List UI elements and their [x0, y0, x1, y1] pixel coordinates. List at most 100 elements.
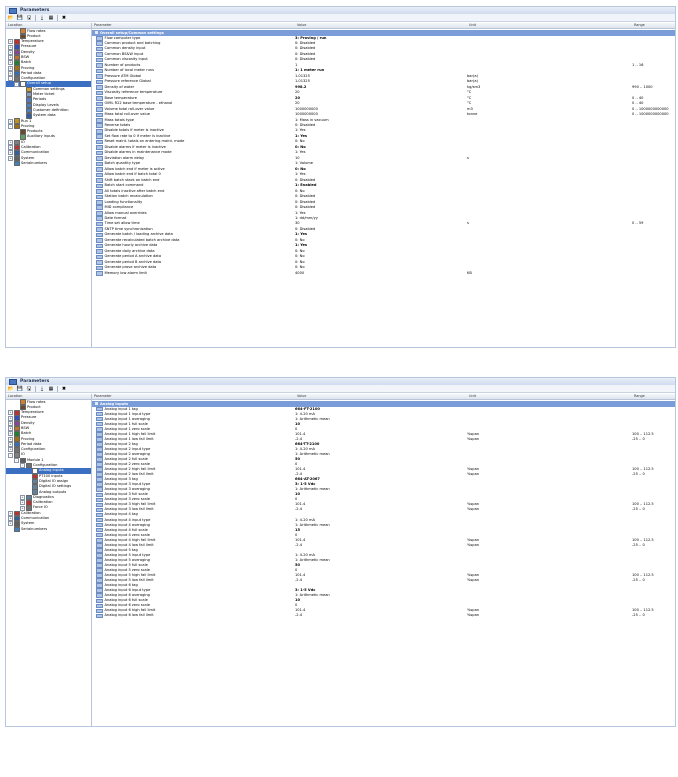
open-icon[interactable]: 📂: [8, 386, 14, 392]
tree-node-label: System data: [33, 113, 56, 118]
parameter-icon: [96, 74, 103, 79]
expander-icon[interactable]: +: [8, 71, 13, 77]
column-header-value[interactable]: Value: [297, 23, 469, 28]
parameter-row[interactable]: Analog input 6 low fail limit -2.4 %span -2…: [92, 613, 675, 619]
expander-icon[interactable]: -: [20, 463, 25, 469]
expander-icon[interactable]: +: [20, 500, 25, 506]
expander-icon[interactable]: +: [8, 510, 13, 516]
expander-icon[interactable]: +: [8, 447, 13, 453]
expander-icon[interactable]: -: [8, 452, 13, 458]
window-body: Location Flow rates Product + Temperature + Pr…: [6, 394, 675, 726]
parameter-value[interactable]: 4000: [295, 271, 467, 276]
expander-icon[interactable]: +: [20, 494, 25, 500]
parameter-icon: [96, 117, 103, 123]
tree-node-label: IO: [21, 452, 25, 457]
parameter-icon: [96, 79, 103, 85]
download-icon[interactable]: ⤓: [39, 386, 45, 392]
parameter-icon: [96, 243, 103, 249]
expander-icon[interactable]: +: [8, 155, 13, 161]
parameter-cell: Memory low alarm limit: [92, 271, 295, 276]
expander-icon[interactable]: +: [8, 49, 13, 55]
expander-icon[interactable]: -: [8, 123, 13, 129]
node-icon: [14, 150, 20, 156]
expander-icon[interactable]: +: [8, 65, 13, 71]
column-header-value[interactable]: Value: [297, 394, 469, 399]
expander-icon[interactable]: +: [8, 436, 13, 442]
expander-icon[interactable]: +: [8, 55, 13, 61]
expander-icon[interactable]: +: [8, 60, 13, 66]
expander-icon[interactable]: -: [14, 457, 19, 463]
toolbar-separator: [35, 14, 36, 21]
expander-icon[interactable]: +: [8, 39, 13, 45]
parameter-icon: [96, 156, 103, 161]
save-as-icon[interactable]: 🖫: [26, 15, 32, 21]
grid-icon[interactable]: ▦: [48, 15, 54, 21]
parameter-icon: [96, 254, 103, 260]
save-as-icon[interactable]: 🖫: [26, 386, 32, 392]
parameter-icon: [96, 107, 103, 112]
expander-icon[interactable]: +: [8, 145, 13, 151]
tools-icon[interactable]: ✖: [61, 386, 67, 392]
tree-node[interactable]: Serialnumbers: [6, 526, 91, 533]
expander-icon[interactable]: +: [8, 415, 13, 421]
expander-icon[interactable]: +: [8, 420, 13, 426]
expander-icon[interactable]: -: [8, 76, 13, 82]
window-titlebar: Parameters: [6, 378, 675, 385]
save-icon[interactable]: 💾: [17, 386, 23, 392]
tree-node[interactable]: Serialnumbers: [6, 160, 91, 167]
parameter-icon: [96, 46, 103, 52]
parameter-row[interactable]: Memory low alarm limit 4000 KB: [92, 271, 675, 276]
grid-icon[interactable]: ▦: [48, 386, 54, 392]
parameter-icon: [96, 139, 103, 145]
node-icon: [32, 468, 38, 474]
expander-icon[interactable]: -: [14, 81, 19, 87]
parameter-range: -25 .. 0: [632, 613, 645, 618]
download-icon[interactable]: ⤓: [39, 15, 45, 21]
expander-icon[interactable]: +: [8, 516, 13, 522]
expander-icon[interactable]: +: [8, 44, 13, 50]
parameter-icon: [96, 150, 103, 156]
expander-icon[interactable]: +: [8, 150, 13, 156]
expander-icon[interactable]: +: [8, 118, 13, 124]
column-header-range[interactable]: Range: [634, 394, 675, 399]
column-header-unit[interactable]: Unit: [469, 23, 634, 28]
expander-icon[interactable]: +: [8, 139, 13, 145]
parameter-icon: [96, 227, 103, 232]
node-icon: [26, 97, 32, 103]
node-icon: [14, 160, 20, 167]
expander-icon[interactable]: +: [8, 442, 13, 448]
toolbar-separator: [35, 385, 36, 392]
parameter-icon: [96, 200, 103, 205]
column-header-parameter[interactable]: Parameter: [92, 394, 297, 399]
parameter-value[interactable]: -2.4: [295, 613, 467, 618]
expander-icon[interactable]: +: [8, 426, 13, 432]
column-header-range[interactable]: Range: [634, 23, 675, 28]
open-icon[interactable]: 📂: [8, 15, 14, 21]
location-tree: Location Flow rates Product + Temperature + Pr…: [6, 394, 92, 726]
tree-node-label: Serialnumbers: [21, 160, 48, 165]
expander-icon[interactable]: +: [8, 521, 13, 527]
grid-header: Parameter Value Unit Range: [92, 394, 675, 400]
column-header-parameter[interactable]: Parameter: [92, 23, 297, 28]
expander-icon[interactable]: +: [8, 431, 13, 437]
parameter-icon: [96, 112, 103, 118]
parameter-icon: [96, 232, 103, 238]
parameter-icon: [96, 613, 103, 619]
expander-icon[interactable]: +: [8, 410, 13, 416]
parameter-icon: [96, 134, 103, 139]
save-icon[interactable]: 💾: [17, 15, 23, 21]
parameter-icon: [96, 260, 103, 265]
window-body: Location Flow rates Product + Temperature + Pr…: [6, 23, 675, 347]
tools-icon[interactable]: ✖: [61, 15, 67, 21]
parameter-icon: [96, 128, 103, 134]
parameter-icon: [96, 238, 103, 243]
parameter-icon: [96, 221, 103, 227]
parameter-icon: [96, 96, 103, 101]
parameter-icon: [96, 57, 103, 63]
parameters-window: Parameters 📂 💾 🖫 ⤓ ▦ ✖ Location Flow rates Produc…: [5, 377, 676, 727]
node-icon: [20, 81, 26, 87]
column-header-unit[interactable]: Unit: [469, 394, 634, 399]
parameter-icon: [96, 178, 103, 183]
parameters-window: Parameters 📂 💾 🖫 ⤓ ▦ ✖ Location Flow rates Produc…: [5, 6, 676, 348]
toolbar-separator: [57, 14, 58, 21]
